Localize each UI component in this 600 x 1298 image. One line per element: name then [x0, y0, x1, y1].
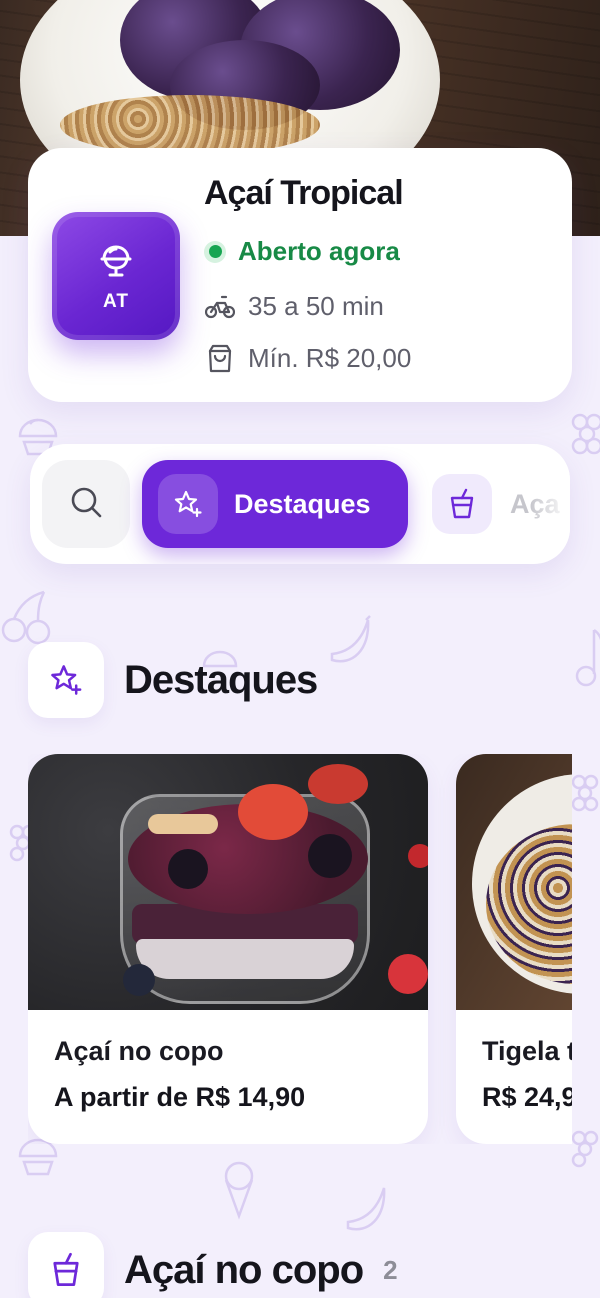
- cup-icon: [28, 1232, 104, 1298]
- minimum-order: Mín. R$ 20,00: [204, 342, 411, 374]
- section-title: Destaques: [124, 657, 318, 702]
- shopping-bag-icon: [204, 342, 236, 374]
- star-sparkle-icon: [158, 474, 218, 534]
- store-logo: AT: [52, 212, 180, 340]
- product-price: A partir de R$ 14,90: [54, 1082, 306, 1112]
- status-text: Aberto agora: [238, 236, 400, 266]
- delivery-time-text: 35 a 50 min: [248, 290, 384, 321]
- product-name: Açaí no copo: [54, 1036, 224, 1066]
- store-name: Açaí Tropical: [204, 174, 404, 212]
- store-info-card: AT Açaí Tropical Aberto agora 35 a 50 mi…: [28, 148, 572, 402]
- product-photo: [28, 754, 428, 1010]
- section-acai-no-copo-header: Açaí no copo 2: [28, 1232, 398, 1298]
- featured-carousel[interactable]: Açaí no copo A partir de R$ 14,90 Tigela…: [28, 754, 572, 1144]
- status-dot-icon: [204, 240, 226, 263]
- search-button[interactable]: [42, 460, 130, 548]
- star-sparkle-icon: [28, 642, 104, 718]
- banana-doodle-2: [338, 1180, 394, 1238]
- grapes-doodle-4: [570, 1126, 600, 1176]
- section-destaques-header: Destaques: [28, 642, 318, 718]
- grapes-doodle-3: [570, 770, 600, 820]
- tab-destaques-label: Destaques: [234, 488, 371, 519]
- category-nav: Destaques Aça: [30, 444, 570, 564]
- product-price: R$ 24,9: [482, 1082, 572, 1112]
- store-status: Aberto agora: [204, 236, 400, 267]
- nav-fade: [530, 444, 570, 564]
- product-name: Tigela t: [482, 1036, 572, 1066]
- tab-destaques[interactable]: Destaques: [142, 460, 408, 548]
- store-logo-abbr: AT: [103, 291, 129, 312]
- delivery-time: 35 a 50 min: [204, 290, 384, 322]
- grapes-doodle: [570, 408, 600, 460]
- cherry-doodle: [0, 588, 56, 646]
- note-doodle: [574, 626, 600, 690]
- ice-cream-icon: [96, 239, 136, 283]
- bicycle-icon: [204, 290, 236, 322]
- section-title: Açaí no copo: [124, 1247, 364, 1292]
- banana-doodle: [322, 612, 378, 672]
- cup-icon: [432, 474, 492, 534]
- cone-doodle: [216, 1160, 262, 1220]
- product-photo: [456, 754, 572, 1010]
- section-item-count: 2: [383, 1254, 398, 1285]
- product-card[interactable]: Açaí no copo A partir de R$ 14,90: [28, 754, 428, 1144]
- search-icon: [69, 485, 103, 523]
- minimum-order-text: Mín. R$ 20,00: [248, 342, 412, 373]
- product-card[interactable]: Tigela t R$ 24,9: [456, 754, 572, 1144]
